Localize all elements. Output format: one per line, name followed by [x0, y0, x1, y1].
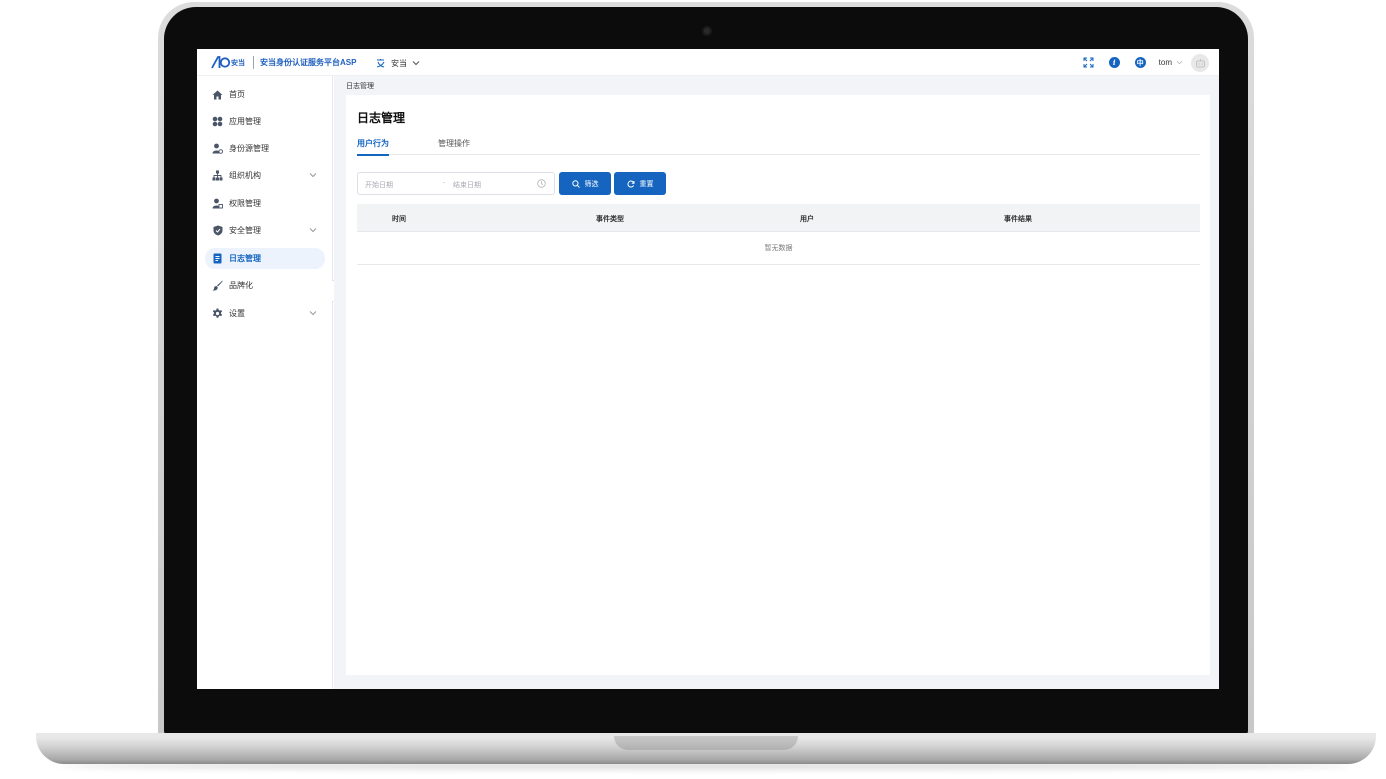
reset-button-label: 重置 — [639, 180, 654, 188]
logo-text: 安当 — [231, 58, 245, 67]
sidebar-item-label: 组织机构 — [229, 171, 261, 180]
sidebar-item-permissions[interactable]: 权限管理 — [205, 193, 325, 214]
app-title: 安当身份认证服务平台ASP — [260, 58, 357, 67]
sidebar-item-branding[interactable]: 品牌化 — [205, 275, 325, 296]
date-separator: - — [443, 180, 446, 187]
language-icon: 中 — [1134, 57, 1146, 68]
shield-icon — [212, 225, 223, 236]
search-icon — [571, 179, 580, 188]
sidebar-item-home[interactable]: 首页 — [205, 84, 325, 105]
tenant-icon — [376, 59, 385, 68]
sidebar-item-security[interactable]: 安全管理 — [205, 220, 325, 241]
tab-admin-operations[interactable]: 管理操作 — [438, 138, 470, 154]
sidebar-item-label: 权限管理 — [229, 199, 261, 208]
info-icon: i — [1108, 57, 1120, 68]
log-icon — [212, 253, 223, 264]
table-empty-state: 暂无数据 — [357, 232, 1200, 265]
date-range-picker[interactable]: 开始日期 - 结束日期 — [357, 172, 555, 195]
page-title: 日志管理 — [357, 111, 406, 125]
identity-source-icon — [212, 143, 223, 154]
table-header: 时间 事件类型 用户 事件结果 — [357, 204, 1200, 232]
tab-bar: 用户行为 管理操作 — [357, 136, 1200, 156]
reset-button[interactable]: 重置 — [614, 172, 666, 195]
chevron-down-icon — [309, 311, 317, 316]
camera-icon — [702, 26, 712, 36]
main-content: 日志管理 日志管理 用户行为 管理操作 开始日期 - 结束日期 筛选 重置 时间… — [334, 76, 1219, 689]
top-bar: 安当 安当身份认证服务平台ASP 安当 i 中 tom — [197, 49, 1219, 76]
username[interactable]: tom — [1159, 58, 1172, 67]
header-actions: i 中 tom — [1069, 53, 1209, 72]
fullscreen-button[interactable] — [1082, 56, 1095, 69]
content-card: 日志管理 用户行为 管理操作 开始日期 - 结束日期 筛选 重置 时间 事件类型… — [346, 95, 1210, 675]
sidebar-item-logs[interactable]: 日志管理 — [205, 248, 325, 269]
org-tree-icon — [212, 170, 223, 181]
column-header-event-result: 事件结果 — [1004, 216, 1032, 223]
refresh-icon — [626, 180, 634, 187]
column-header-time: 时间 — [392, 216, 406, 223]
column-header-user: 用户 — [800, 216, 814, 223]
language-switch-button[interactable]: 中 — [1134, 56, 1147, 69]
sidebar-item-label: 品牌化 — [229, 281, 253, 290]
sidebar-item-label: 首页 — [229, 90, 245, 99]
sidebar-item-settings[interactable]: 设置 — [205, 303, 325, 324]
sidebar-item-label: 设置 — [229, 309, 245, 318]
laptop-notch — [614, 736, 798, 750]
chevron-down-icon — [412, 61, 420, 66]
filter-button-label: 筛选 — [584, 180, 599, 188]
brand-logo-icon[interactable]: 安当 — [211, 56, 247, 69]
start-date-input[interactable]: 开始日期 — [365, 180, 393, 190]
app-screen: 安当 安当身份认证服务平台ASP 安当 i 中 tom 首页 应用管理 身份源管… — [197, 49, 1219, 689]
sidebar-item-organization[interactable]: 组织机构 — [205, 165, 325, 186]
sidebar-item-label: 身份源管理 — [229, 144, 269, 153]
chevron-down-icon — [309, 173, 317, 178]
home-icon — [212, 89, 223, 100]
tenant-switcher[interactable]: 安当 — [376, 56, 420, 70]
clock-icon — [537, 179, 546, 188]
tab-user-behavior[interactable]: 用户行为 — [357, 138, 389, 156]
gear-icon — [212, 308, 223, 319]
column-header-event-type: 事件类型 — [596, 216, 624, 223]
end-date-input[interactable]: 结束日期 — [453, 180, 481, 190]
chevron-down-icon[interactable] — [1176, 59, 1183, 66]
breadcrumb[interactable]: 日志管理 — [346, 81, 374, 91]
sidebar-item-label: 应用管理 — [229, 117, 261, 126]
brush-icon — [212, 280, 223, 291]
sidebar: 首页 应用管理 身份源管理 组织机构 权限管理 安全管理 日志管理 品牌化 设置 — [197, 76, 333, 689]
info-button[interactable]: i — [1108, 56, 1121, 69]
tenant-name: 安当 — [391, 58, 407, 68]
filter-button[interactable]: 筛选 — [559, 172, 611, 195]
sidebar-item-label: 安全管理 — [229, 226, 261, 235]
sidebar-item-identity-source[interactable]: 身份源管理 — [205, 138, 325, 159]
sidebar-item-label: 日志管理 — [229, 254, 261, 263]
robot-avatar-icon — [1195, 58, 1205, 67]
sidebar-item-apps[interactable]: 应用管理 — [205, 111, 325, 132]
fullscreen-icon — [1083, 57, 1094, 68]
chevron-down-icon — [309, 228, 317, 233]
avatar[interactable] — [1191, 53, 1209, 72]
apps-icon — [212, 116, 223, 127]
permission-icon — [212, 198, 223, 209]
logo-divider — [253, 56, 254, 69]
